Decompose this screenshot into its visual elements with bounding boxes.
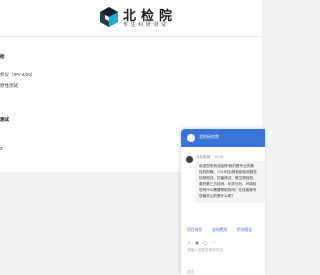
quick-reply-projects[interactable]: 项目推荐 [187, 228, 202, 235]
sidebar-subheading: 测试 [0, 117, 9, 122]
sender-name: 北检客服 [196, 155, 211, 159]
chat-header[interactable]: 北检研究院 [181, 129, 265, 147]
message-line: 欢迎您来到北检院!我们是专业的第 [199, 164, 254, 168]
site-header: 北检院 专注科研测试 [0, 0, 262, 36]
message-input[interactable]: 请输入您要咨询的内容... [181, 246, 265, 268]
message-time: 10:38 [214, 155, 224, 159]
input-placeholder: 请输入您要咨询的内容... [187, 248, 226, 252]
image-icon[interactable]: ▣ [195, 240, 199, 245]
message-bubble: 欢迎您来到北检院!我们是专业的第 检机构哦，72小时出具检验检测报告 检测测试、… [195, 161, 265, 203]
message-line: 委托第三方检测、化学分析、环境检 [199, 182, 257, 186]
chat-toolbar: ☺ ▣ ◯ ⋯ [187, 240, 219, 245]
message-meta: 北检客服 10:38 [196, 155, 223, 160]
message-line: 检测测试、抗菌测试、微生物检测、 [199, 176, 257, 180]
logo-icon [100, 7, 118, 27]
more-icon[interactable]: ⋯ [212, 240, 216, 245]
chat-widget[interactable]: 北检研究院 北检客服 10:38 欢迎您来到北检院!我们是专业的第 检机构哦，7… [181, 129, 265, 275]
sidebar-item-number[interactable]: 3 [0, 146, 3, 151]
sidebar-item-instrument[interactable]: 析仪（IPV-4/20） [0, 72, 35, 78]
agent-avatar [187, 134, 195, 142]
message-line: 检机构哦，72小时出具检验检测报告 [199, 170, 257, 174]
message-line: 您最关心的是什么呢？ [199, 194, 235, 198]
evaluate-icon[interactable]: ◯ [203, 240, 207, 245]
quick-reply-fees[interactable]: 咨询费用 [212, 228, 227, 235]
send-hint[interactable]: 发送 [187, 270, 194, 275]
chat-title: 北检研究院 [199, 134, 219, 139]
message-line: 您有什么需要帮助的吗？在线客服专 [199, 188, 257, 192]
emoji-icon[interactable]: ☺ [187, 240, 191, 245]
sender-avatar [186, 156, 193, 163]
quick-reply-report[interactable]: 检测报告 [237, 228, 252, 235]
brand-tagline: 专注科研测试 [123, 22, 169, 28]
header-divider [0, 36, 262, 37]
sidebar-item-test[interactable]: 原性测试 [0, 83, 18, 89]
sidebar-heading: 检 [0, 54, 5, 59]
